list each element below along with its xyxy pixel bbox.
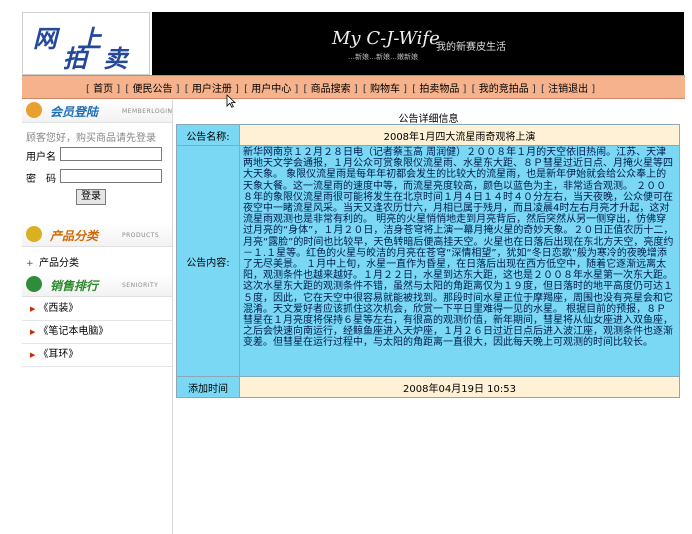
category-item[interactable]: + 产品分类 (26, 254, 79, 269)
ranking-item-label: 《耳环》 (38, 349, 79, 360)
nav-label: 注销退出 (548, 84, 589, 95)
arrow-right-icon: ▶ (30, 328, 36, 336)
nav-label: 用户中心 (251, 84, 292, 95)
nav-item-notice[interactable]: [ 便民公告 ] (125, 80, 179, 95)
nav-item-my-bids[interactable]: [ 我的竞拍品 ] (472, 80, 536, 95)
notice-content-value: 新华网南京１２月２８日电（记者蔡玉高 周润健）２００８年１月的天空依旧热闹。江苏… (239, 145, 680, 377)
notice-content-row: 公告内容: 新华网南京１２月２８日电（记者蔡玉高 周润健）２００８年１月的天空依… (176, 145, 680, 377)
header-banner: My C-J-Wife 我的新赛皮生活 …新娘…新娘…嫩新娘 (152, 12, 684, 75)
page-title: 公告详细信息 (398, 114, 459, 125)
nav-label: 便民公告 (132, 84, 173, 95)
header: 网 上 拍 卖 My C-J-Wife 我的新赛皮生活 …新娘…新娘…嫩新娘 (22, 12, 684, 75)
nav-item-auction[interactable]: [ 拍卖物品 ] (412, 80, 466, 95)
category-en: PRODUCTS (122, 232, 160, 239)
nav-item-home[interactable]: [ 首页 ] (86, 80, 120, 95)
password-input[interactable] (60, 169, 162, 183)
site-logo[interactable]: 网 上 拍 卖 (22, 12, 150, 75)
member-login-header: 会员登陆 MEMBERLOGIN (22, 100, 172, 123)
banner-slogan: 我的新赛皮生活 (436, 42, 506, 53)
nav-item-cart[interactable]: [ 购物车 ] (363, 80, 407, 95)
sidebar: 会员登陆 MEMBERLOGIN 顾客您好，购买商品请先登录 用户名 密 码 登… (22, 100, 173, 534)
sales-ranking-icon (26, 276, 42, 292)
password-label: 密 码 (26, 174, 56, 185)
notice-time-row: 添加时间 2008年04月19日 10:53 (176, 376, 680, 398)
banner-brand: My C-J-Wife (332, 28, 440, 49)
logo-line-2: 拍 卖 (63, 44, 132, 73)
nav-label: 拍卖物品 (419, 84, 460, 95)
ranking-item[interactable]: ▶ 《笔记本电脑》 (22, 321, 172, 344)
nav-item-user-center[interactable]: [ 用户中心 ] (244, 80, 298, 95)
product-category-icon (26, 226, 42, 242)
username-input[interactable] (60, 147, 162, 161)
ranking-title: 销售排行 (50, 279, 99, 293)
nav-item-search[interactable]: [ 商品搜索 ] (304, 80, 358, 95)
member-login-en: MEMBERLOGIN (122, 108, 173, 115)
main-content: 公告详细信息 公告名称: 2008年1月四大流星雨奇观将上演 公告内容: 新华网… (172, 100, 685, 534)
nav-label: 我的竞拍品 (478, 84, 529, 95)
member-icon (26, 102, 42, 118)
login-tip: 顾客您好，购买商品请先登录 (26, 133, 156, 144)
nav-item-register[interactable]: [ 用户注册 ] (185, 80, 239, 95)
nav-label: 首页 (93, 84, 114, 95)
notice-detail-table: 公告名称: 2008年1月四大流星雨奇观将上演 公告内容: 新华网南京１２月２８… (176, 124, 680, 398)
category-item-label: 产品分类 (39, 258, 79, 269)
ranking-item-label: 《笔记本电脑》 (38, 326, 109, 337)
ranking-list: ▶ 《西装》 ▶ 《笔记本电脑》 ▶ 《耳环》 (22, 298, 172, 367)
nav-label: 商品搜索 (310, 84, 351, 95)
ranking-en: SENIORITY (122, 282, 159, 289)
expand-plus-icon: + (26, 259, 34, 269)
arrow-right-icon: ▶ (30, 305, 36, 313)
notice-content-label: 公告内容: (176, 145, 240, 377)
ranking-header: 销售排行 SENIORITY (22, 274, 172, 297)
main-nav: [ 首页 ] [ 便民公告 ] [ 用户注册 ] [ 用户中心 ] [ 商品搜索… (22, 75, 685, 99)
category-header: 产品分类 PRODUCTS (22, 224, 172, 247)
ranking-item-label: 《西装》 (38, 303, 79, 314)
arrow-right-icon: ▶ (30, 351, 36, 359)
nav-item-logout[interactable]: [ 注销退出 ] (541, 80, 595, 95)
notice-name-label: 公告名称: (176, 124, 240, 146)
ranking-item[interactable]: ▶ 《西装》 (22, 298, 172, 321)
notice-name-row: 公告名称: 2008年1月四大流星雨奇观将上演 (176, 124, 680, 146)
login-button[interactable]: 登录 (76, 189, 106, 205)
ranking-item[interactable]: ▶ 《耳环》 (22, 344, 172, 367)
notice-name-value: 2008年1月四大流星雨奇观将上演 (239, 124, 680, 146)
notice-time-value: 2008年04月19日 10:53 (239, 376, 680, 398)
category-title: 产品分类 (50, 229, 99, 243)
member-login-title: 会员登陆 (50, 105, 99, 119)
nav-label: 购物车 (369, 84, 400, 95)
username-label: 用户名 (26, 152, 56, 163)
banner-subslogan: …新娘…新娘…嫩新娘 (348, 53, 418, 61)
notice-time-label: 添加时间 (176, 376, 240, 398)
